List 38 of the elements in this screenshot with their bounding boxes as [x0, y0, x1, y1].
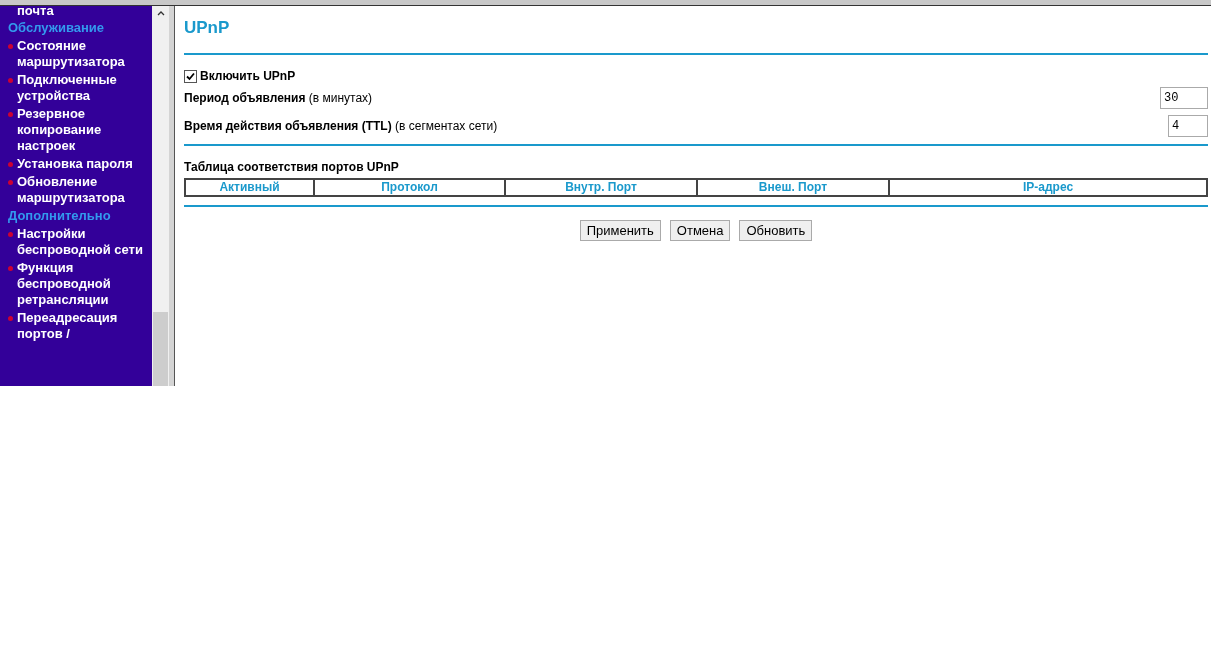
scrollbar-thumb[interactable] [153, 312, 168, 386]
sidebar-link[interactable]: Переадресация портов / [17, 310, 148, 342]
bullet-icon [8, 266, 13, 271]
sidebar-link[interactable]: Установка пароля [17, 156, 133, 172]
form-button[interactable]: Применить [579, 220, 661, 241]
field-label: Период объявления (в минутах) [184, 90, 373, 107]
scroll-up-icon[interactable] [156, 11, 165, 16]
bullet-icon [8, 112, 13, 117]
form-button[interactable]: Обновить [739, 220, 813, 241]
input-field[interactable]: 30 [1160, 87, 1208, 109]
form-button[interactable]: Отмена [669, 220, 731, 241]
column-header: Внеш. Порт [696, 180, 888, 195]
field-label: Время действия объявления (TTL) (в сегментах сети) [184, 118, 498, 135]
sidebar-link[interactable]: Обновление маршрутизатора [17, 174, 148, 206]
bullet-icon [8, 44, 13, 49]
sidebar-link[interactable]: Резервное копирование настроек [17, 106, 148, 154]
sidebar-link[interactable]: Функция беспроводной ретрансляции [17, 260, 148, 308]
checkbox[interactable] [184, 69, 197, 83]
page-title: UPnP [184, 17, 231, 39]
table-title: Таблица соответствия портов UPnP [184, 159, 400, 176]
bullet-icon [8, 232, 13, 237]
column-header: Внутр. Порт [504, 180, 696, 195]
bullet-icon [8, 162, 13, 167]
input-field[interactable]: 4 [1168, 115, 1208, 137]
sidebar-link[interactable]: Подключенные устройства [17, 72, 148, 104]
bullet-icon [8, 316, 13, 321]
column-header: Протокол [313, 180, 504, 195]
sidebar-section-heading: Дополнительно [8, 207, 112, 225]
bullet-icon [8, 78, 13, 83]
sidebar-section-heading: Обслуживание [8, 19, 105, 37]
checkbox-label: Включить UPnP [200, 68, 296, 85]
column-header: Активный [218, 180, 281, 195]
sidebar-link[interactable]: почта [8, 6, 148, 19]
sidebar-link[interactable]: Настройки беспроводной сети [17, 226, 148, 258]
bullet-icon [8, 180, 13, 185]
sidebar-link[interactable]: Состояние маршрутизатора [17, 38, 148, 70]
scrollbar[interactable] [152, 6, 169, 386]
column-header: IP-адрес [888, 180, 1206, 195]
